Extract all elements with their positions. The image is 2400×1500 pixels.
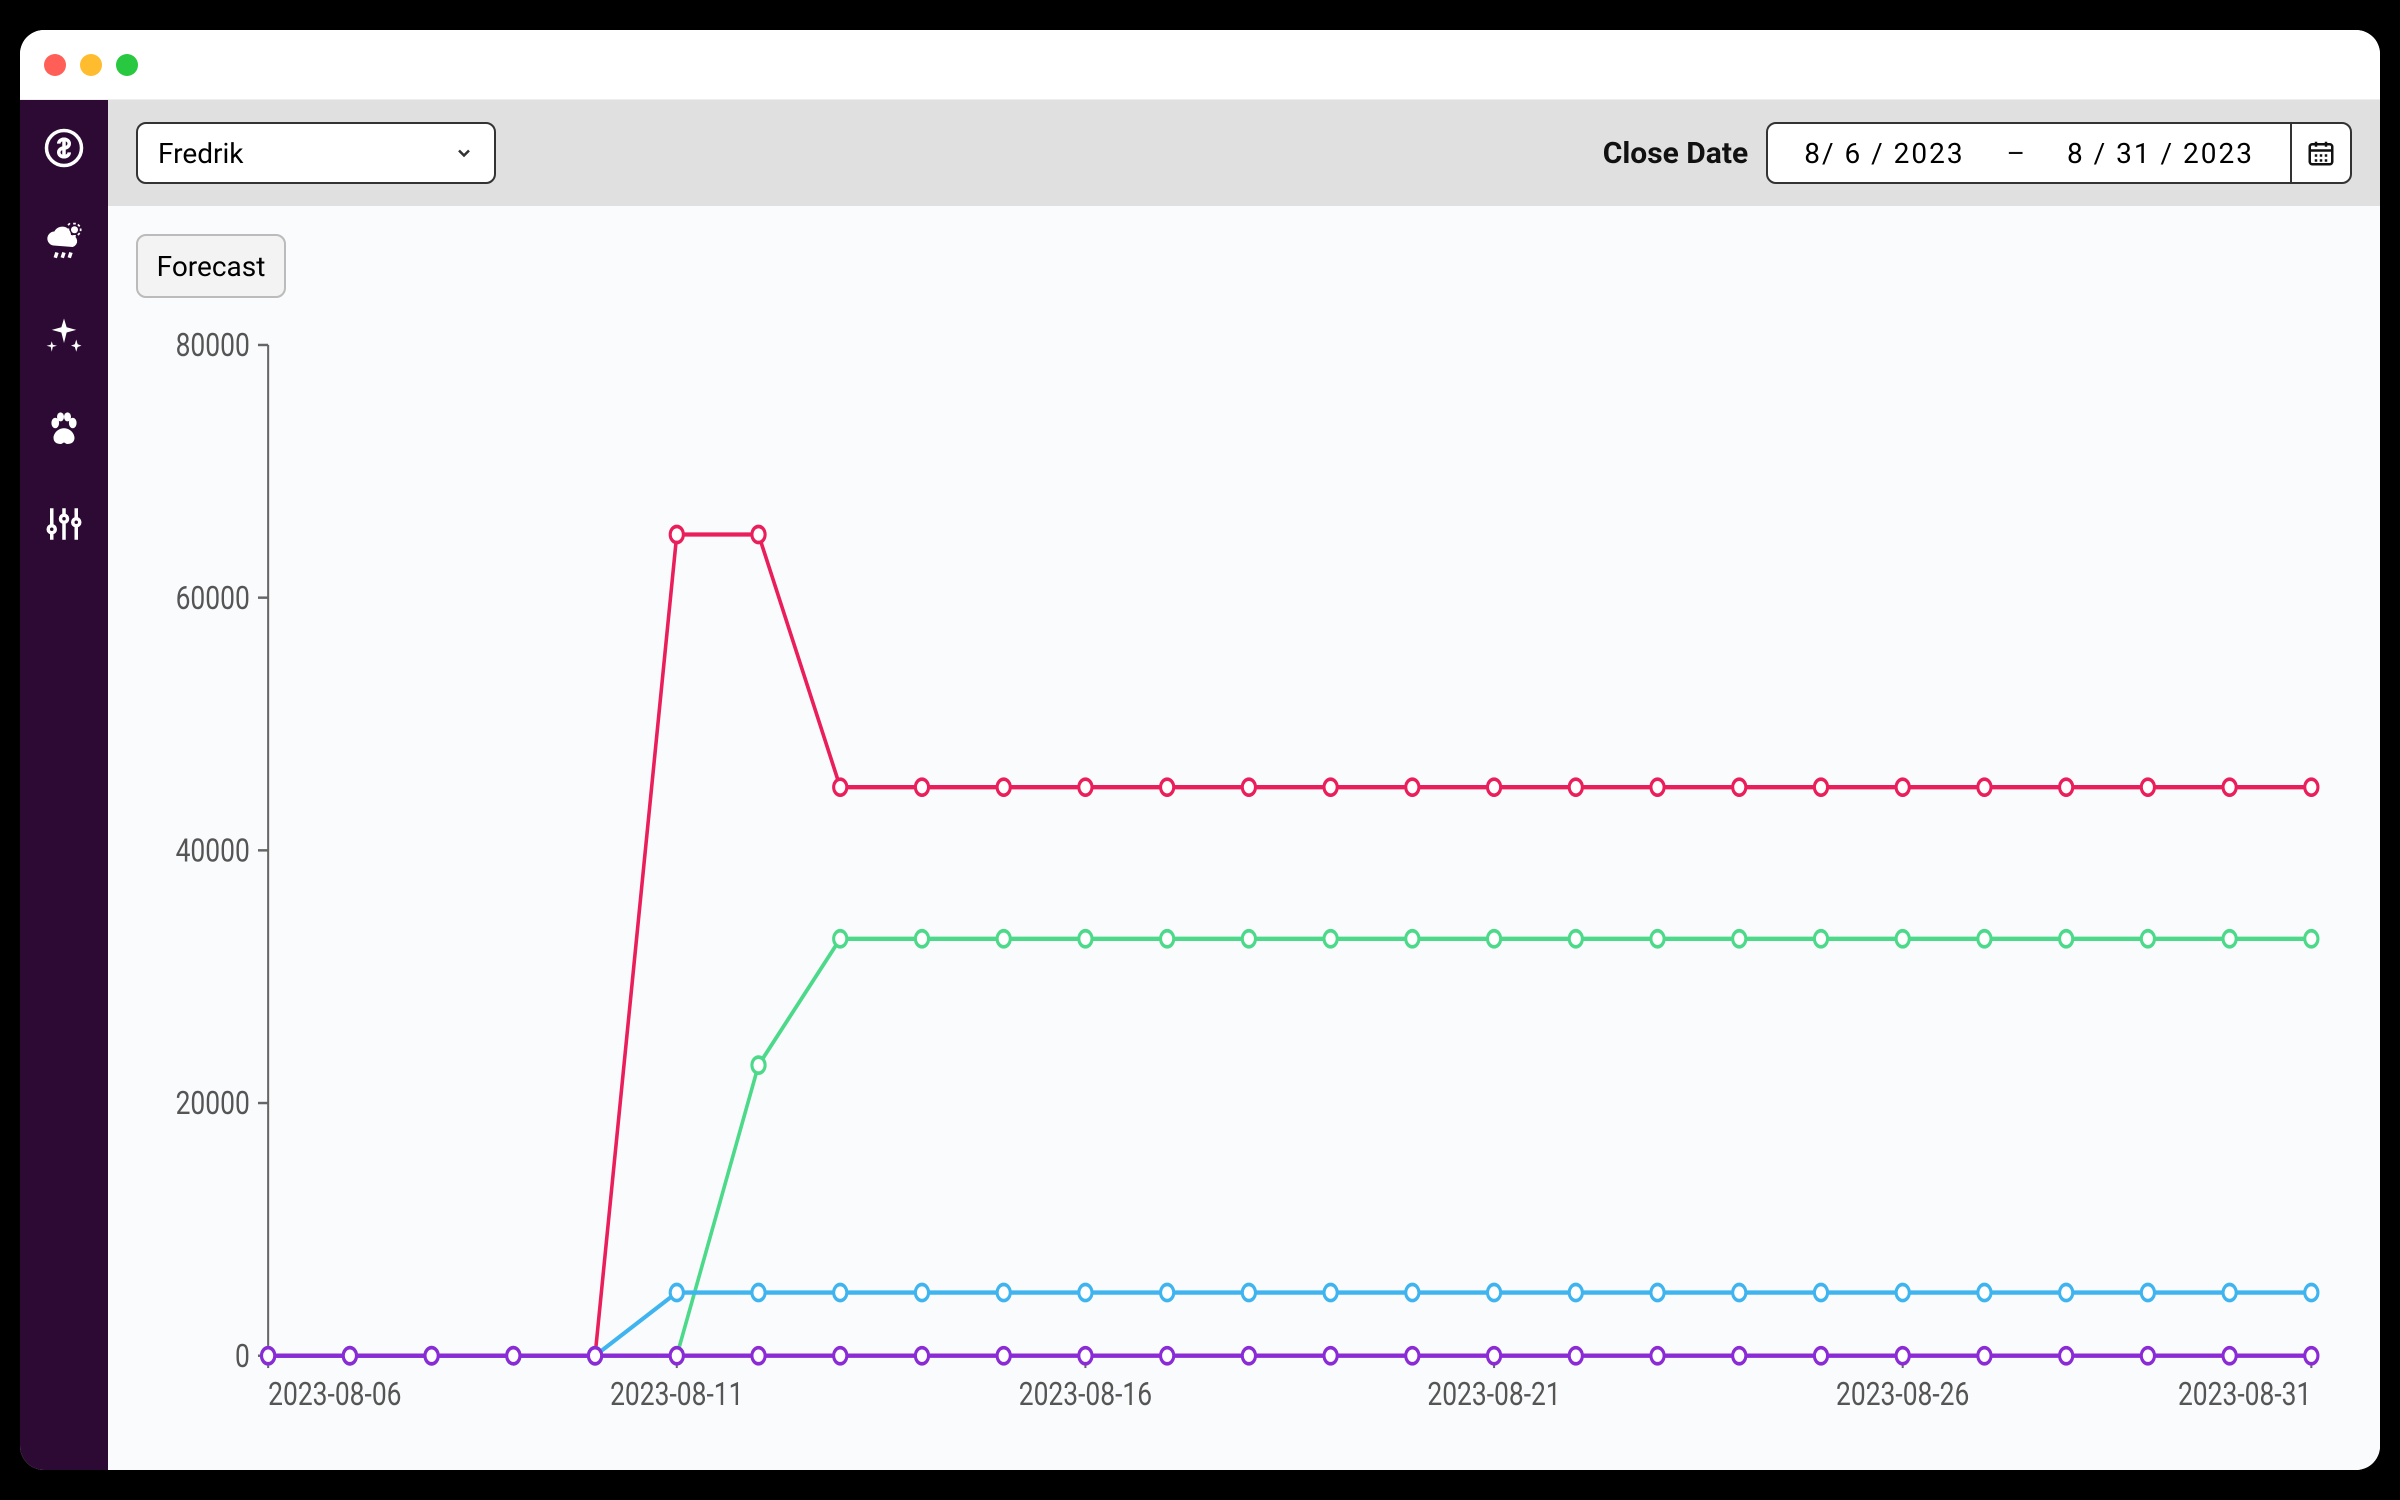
svg-text:80000: 80000 [176, 328, 250, 365]
date-range-box: 8/ 6 / 2023 – 8 / 31 / 2023 [1766, 122, 2352, 184]
forecast-chart: 0 20000 40000 60000 80000 2023-08-06 2023-08-1… [136, 308, 2352, 1442]
close-date-group: Close Date 8/ 6 / 2023 – 8 / 31 / 2023 [1603, 122, 2352, 184]
sparkle-icon[interactable] [40, 312, 88, 360]
forecast-button[interactable]: Forecast [136, 234, 286, 298]
svg-text:40000: 40000 [176, 833, 250, 870]
svg-text:60000: 60000 [176, 580, 250, 617]
app-window: Fredrik Close Date 8/ 6 / 2023 – 8 / 31 … [20, 30, 2380, 1470]
sidebar [20, 100, 108, 1470]
window-zoom-button[interactable] [116, 54, 138, 76]
date-end-input[interactable]: 8 / 31 / 2023 [2031, 124, 2290, 182]
user-select-value: Fredrik [158, 137, 243, 170]
svg-text:2023-08-16: 2023-08-16 [1019, 1377, 1152, 1414]
user-select[interactable]: Fredrik [136, 122, 496, 184]
content-area: Forecast 0 20000 40000 60000 80000 2023-08-06… [108, 206, 2380, 1470]
dollar-icon[interactable] [40, 124, 88, 172]
date-start-input[interactable]: 8/ 6 / 2023 [1768, 124, 2000, 182]
weather-icon[interactable] [40, 218, 88, 266]
svg-text:2023-08-31: 2023-08-31 [2178, 1377, 2311, 1414]
svg-text:2023-08-21: 2023-08-21 [1427, 1377, 1560, 1414]
close-date-label: Close Date [1603, 136, 1748, 171]
svg-text:2023-08-26: 2023-08-26 [1836, 1377, 1969, 1414]
filter-bar: Fredrik Close Date 8/ 6 / 2023 – 8 / 31 … [108, 100, 2380, 206]
svg-text:2023-08-06: 2023-08-06 [268, 1377, 401, 1414]
sliders-icon[interactable] [40, 500, 88, 548]
titlebar [20, 30, 2380, 100]
calendar-icon[interactable] [2290, 124, 2350, 182]
main-content: Fredrik Close Date 8/ 6 / 2023 – 8 / 31 … [108, 100, 2380, 1470]
window-close-button[interactable] [44, 54, 66, 76]
chart-container: 0 20000 40000 60000 80000 2023-08-06 2023-08-1… [136, 298, 2352, 1442]
svg-text:2023-08-11: 2023-08-11 [610, 1377, 743, 1414]
svg-text:0: 0 [235, 1338, 250, 1375]
window-minimize-button[interactable] [80, 54, 102, 76]
app-body: Fredrik Close Date 8/ 6 / 2023 – 8 / 31 … [20, 100, 2380, 1470]
paw-icon[interactable] [40, 406, 88, 454]
forecast-button-label: Forecast [157, 250, 266, 283]
date-range-separator: – [2001, 137, 2031, 170]
svg-text:20000: 20000 [176, 1086, 250, 1123]
chevron-down-icon [454, 143, 474, 163]
